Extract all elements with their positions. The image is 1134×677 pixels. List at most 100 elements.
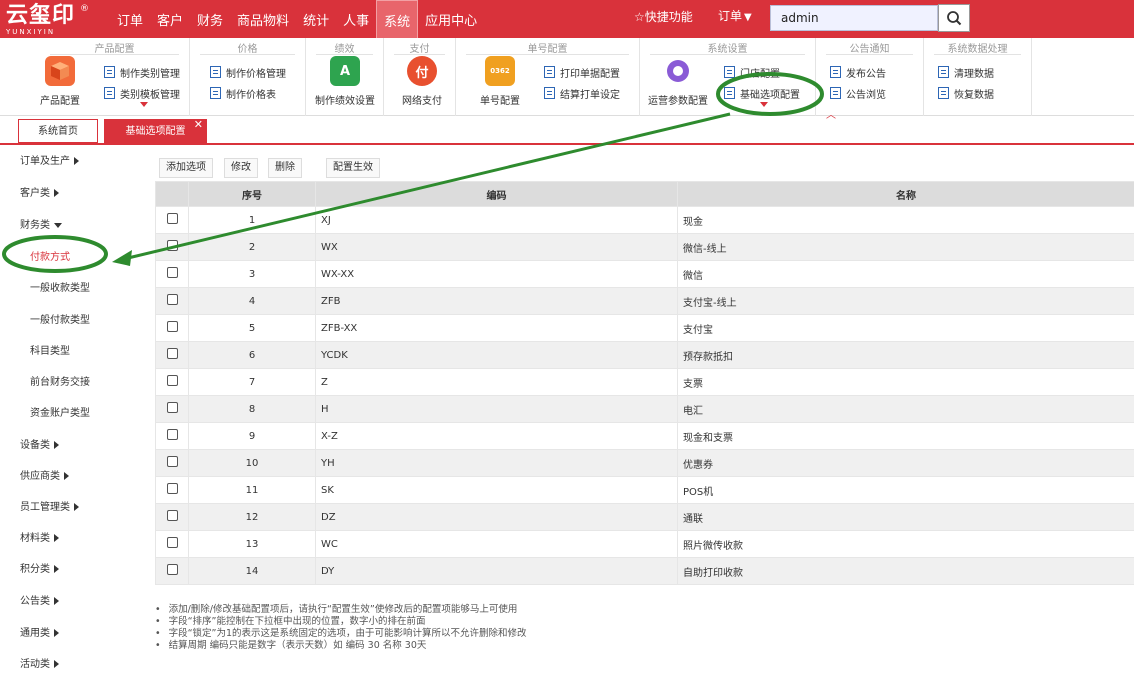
performance-settings-button[interactable]: A 制作绩效设置 — [313, 56, 377, 107]
dropdown-caret-icon[interactable] — [140, 102, 148, 107]
table-row[interactable]: 11 SK POS机 — [155, 476, 1134, 504]
row-checkbox[interactable] — [166, 402, 178, 413]
row-select-cell — [155, 449, 189, 477]
sidebar-item-fund-account-types[interactable]: 资金账户类型 — [30, 404, 90, 419]
sidebar-cat-points[interactable]: 积分类 — [20, 560, 59, 575]
browse-notice-button[interactable]: 公告浏览 — [830, 85, 886, 101]
sidebar-cat-activities[interactable]: 活动类 — [20, 655, 59, 670]
row-checkbox[interactable] — [166, 213, 178, 224]
menu-stats[interactable]: 统计 — [296, 0, 336, 38]
publish-notice-button[interactable]: 发布公告 — [830, 64, 886, 80]
cell-no: 14 — [188, 557, 316, 585]
sidebar-item-payment-methods[interactable]: 付款方式 — [30, 248, 70, 263]
row-checkbox[interactable] — [166, 267, 178, 278]
table-row[interactable]: 7 Z 支票 — [155, 368, 1134, 396]
menu-system[interactable]: 系统 — [376, 0, 419, 38]
menu-finance[interactable]: 财务 — [190, 0, 230, 38]
category-template-button[interactable]: 类别模板管理 — [104, 85, 180, 101]
triangle-right-icon — [74, 157, 79, 165]
add-option-button[interactable]: 添加选项 — [159, 158, 213, 178]
table-row[interactable]: 1 XJ 现金 — [155, 206, 1134, 234]
sidebar-cat-notices[interactable]: 公告类 — [20, 592, 59, 607]
table-row[interactable]: 14 DY 自助打印收款 — [155, 557, 1134, 585]
column-header-name[interactable]: 名称 — [677, 181, 1134, 207]
search-scope-select[interactable]: 订单 ▼ — [718, 7, 752, 24]
document-icon — [938, 87, 949, 99]
clear-data-button[interactable]: 清理数据 — [938, 64, 994, 80]
sidebar-item-front-handover[interactable]: 前台财务交接 — [30, 373, 90, 388]
sidebar-item-account-types[interactable]: 科目类型 — [30, 342, 70, 357]
sidebar-cat-suppliers[interactable]: 供应商类 — [20, 467, 69, 482]
table-row[interactable]: 5 ZFB-XX 支付宝 — [155, 314, 1134, 342]
cell-code: YH — [315, 449, 678, 477]
cell-name: 支票 — [677, 368, 1134, 396]
table-row[interactable]: 12 DZ 通联 — [155, 503, 1134, 531]
delete-button[interactable]: 删除 — [268, 158, 302, 178]
table-row[interactable]: 13 WC 照片微传收款 — [155, 530, 1134, 558]
row-checkbox[interactable] — [166, 321, 178, 332]
sidebar-cat-orders[interactable]: 订单及生产 — [20, 152, 79, 167]
dropdown-caret-icon[interactable] — [760, 102, 768, 107]
tab-label: 系统首页 — [38, 126, 78, 137]
cell-code: ZFB — [315, 287, 678, 315]
menu-apps[interactable]: 应用中心 — [418, 0, 484, 38]
button-label: 结算打单设定 — [560, 89, 620, 101]
document-icon — [830, 66, 841, 78]
menu-products[interactable]: 商品物料 — [230, 0, 296, 38]
row-checkbox[interactable] — [166, 375, 178, 386]
row-checkbox[interactable] — [166, 456, 178, 467]
sidebar-cat-staff[interactable]: 员工管理类 — [20, 498, 79, 513]
row-checkbox[interactable] — [166, 348, 178, 359]
column-header-code[interactable]: 编码 — [315, 181, 678, 207]
row-checkbox[interactable] — [166, 564, 178, 575]
tab-system-home[interactable]: 系统首页 — [18, 119, 98, 143]
table-row[interactable]: 8 H 电汇 — [155, 395, 1134, 423]
number-config-button[interactable]: 0362 单号配置 — [468, 56, 532, 107]
online-payment-button[interactable]: 付 网络支付 — [390, 56, 454, 107]
sidebar-cat-materials[interactable]: 材料类 — [20, 529, 59, 544]
row-checkbox[interactable] — [166, 537, 178, 548]
tab-basic-options-config[interactable]: 基础选项配置 ✕ — [104, 118, 207, 143]
menu-hr[interactable]: 人事 — [336, 0, 376, 38]
sidebar-cat-customers[interactable]: 客户类 — [20, 184, 59, 199]
table-row[interactable]: 2 WX 微信-线上 — [155, 233, 1134, 261]
row-checkbox[interactable] — [166, 510, 178, 521]
price-table-button[interactable]: 制作价格表 — [210, 85, 276, 101]
cell-code: WC — [315, 530, 678, 558]
triangle-right-icon — [54, 534, 59, 542]
product-config-button[interactable]: 产品配置 — [28, 56, 92, 107]
sidebar-cat-finance[interactable]: 财务类 — [20, 216, 62, 231]
store-config-button[interactable]: 门店配置 — [724, 64, 780, 80]
row-checkbox[interactable] — [166, 483, 178, 494]
row-select-cell — [155, 422, 189, 450]
table-row[interactable]: 6 YCDK 预存款抵扣 — [155, 341, 1134, 369]
sidebar-cat-equipment[interactable]: 设备类 — [20, 436, 59, 451]
sidebar-item-general-payment-types[interactable]: 一般付款类型 — [30, 311, 90, 326]
search-button[interactable] — [938, 4, 970, 32]
row-checkbox[interactable] — [166, 240, 178, 251]
quick-functions[interactable]: ☆快捷功能 — [634, 8, 693, 25]
table-row[interactable]: 4 ZFB 支付宝-线上 — [155, 287, 1134, 315]
operation-params-button[interactable]: 运营参数配置 — [644, 56, 712, 107]
edit-button[interactable]: 修改 — [224, 158, 258, 178]
category-manage-button[interactable]: 制作类别管理 — [104, 64, 180, 80]
sidebar-cat-general[interactable]: 通用类 — [20, 624, 59, 639]
basic-options-config-button[interactable]: 基础选项配置 — [724, 85, 800, 101]
price-manage-button[interactable]: 制作价格管理 — [210, 64, 286, 80]
menu-customers[interactable]: 客户 — [150, 0, 190, 38]
close-icon[interactable]: ✕ — [194, 113, 203, 137]
print-document-config-button[interactable]: 打印单据配置 — [544, 64, 620, 80]
table-row[interactable]: 3 WX-XX 微信 — [155, 260, 1134, 288]
search-input[interactable]: admin — [770, 5, 938, 31]
menu-orders[interactable]: 订单 — [110, 0, 150, 38]
row-select-cell — [155, 233, 189, 261]
row-checkbox[interactable] — [166, 429, 178, 440]
apply-config-button[interactable]: 配置生效 — [326, 158, 380, 178]
table-row[interactable]: 9 X-Z 现金和支票 — [155, 422, 1134, 450]
restore-data-button[interactable]: 恢复数据 — [938, 85, 994, 101]
table-row[interactable]: 10 YH 优惠券 — [155, 449, 1134, 477]
settlement-print-button[interactable]: 结算打单设定 — [544, 85, 620, 101]
row-checkbox[interactable] — [166, 294, 178, 305]
sidebar-item-general-receipt-types[interactable]: 一般收款类型 — [30, 279, 90, 294]
column-header-no[interactable]: 序号 — [188, 181, 316, 207]
